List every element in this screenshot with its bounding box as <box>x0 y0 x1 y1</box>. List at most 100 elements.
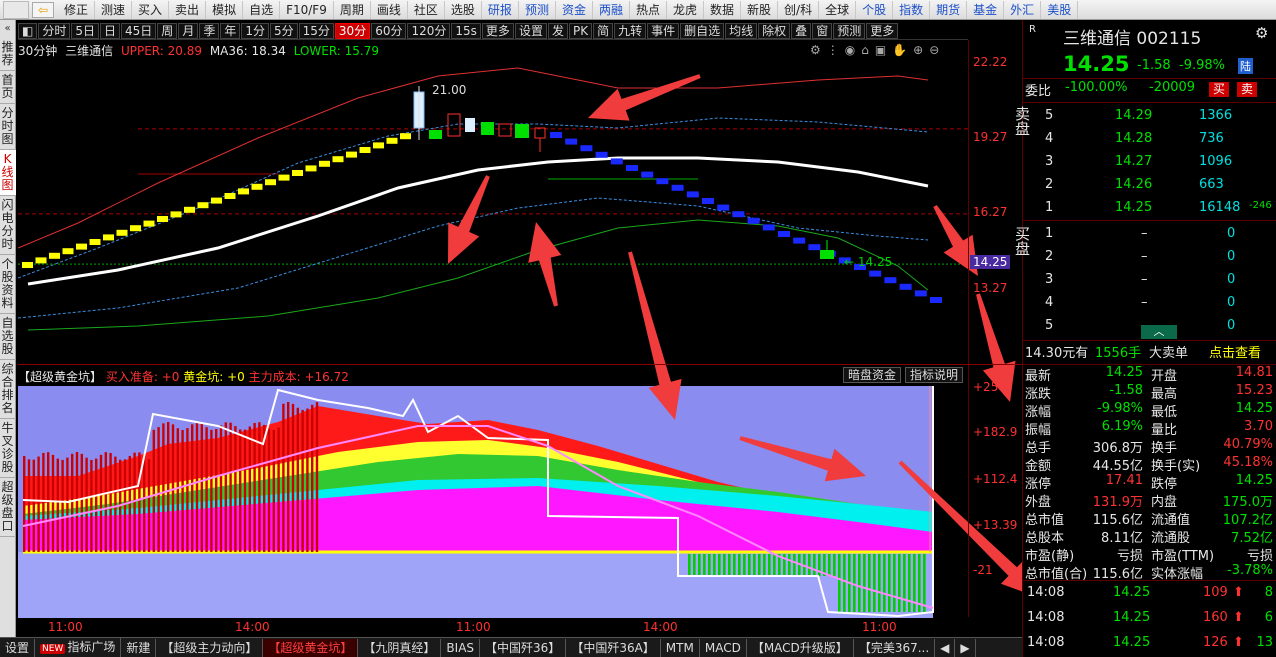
indicator-tab[interactable]: 设置 <box>0 638 36 657</box>
stat-label: 金额 <box>1025 459 1052 474</box>
indicator-title[interactable]: 【超级黄金坑】 <box>18 370 102 384</box>
indicator-tab[interactable]: MTM <box>661 638 700 657</box>
ask-row: 2 14.26 663 <box>1023 177 1276 199</box>
app-window: ⇦ 修正 测速 买入 卖出 模拟 自选 F10/F9 周期 画线 社区 选股 研报 预测 资金 两融 热点 龙虎… <box>0 0 1276 657</box>
stat-label: 总手 <box>1025 441 1052 456</box>
settings-gear-icon[interactable]: ⚙ <box>1255 24 1268 42</box>
indicator-tab[interactable]: 【中国歼36A】 <box>566 638 661 657</box>
dark-pool-button[interactable]: 暗盘资金 <box>843 367 902 383</box>
indicator-axis: +25 +182.9 +112.4 +13.39 -21 <box>970 380 1020 618</box>
bid-price: – <box>1141 249 1148 264</box>
price-tick: 16.27 <box>973 205 1008 219</box>
ask-price: 14.27 <box>1115 154 1153 169</box>
stat-value: 40.79% <box>1223 437 1273 452</box>
stat-value: 115.6亿 <box>1092 513 1143 528</box>
tick-time: 14:08 <box>1027 585 1065 600</box>
stat-label: 开盘 <box>1151 369 1178 384</box>
tab-scroll-icon[interactable]: ▶ <box>955 638 976 657</box>
red-arrow <box>739 436 866 482</box>
stat-value: 亏损 <box>1116 549 1143 564</box>
ask-volume: 663 <box>1199 177 1224 192</box>
tick-time: 14:08 <box>1027 610 1065 625</box>
stat-label: 最新 <box>1025 369 1052 384</box>
stat-row: 外盘 131.9万 内盘 175.0万 <box>1023 491 1276 510</box>
stat-row: 总手 306.8万 换手 40.79% <box>1023 437 1276 456</box>
ask-row: 4 14.28 736 <box>1023 131 1276 153</box>
stat-row: 金额 44.55亿 换手(实) 45.18% <box>1023 455 1276 474</box>
stat-value: 175.0万 <box>1222 495 1273 510</box>
time-tick: 11:00 <box>862 620 897 634</box>
bid-row: 1 – 0 <box>1023 226 1276 248</box>
stat-row: 总股本 8.11亿 流通股 7.52亿 <box>1023 527 1276 546</box>
indicator-tab[interactable]: 【超级黄金坑】 <box>263 638 359 657</box>
stat-row: 振幅 6.19% 量比 3.70 <box>1023 419 1276 438</box>
tick-time: 14:08 <box>1027 635 1065 650</box>
level-num: 4 <box>1045 295 1054 310</box>
indicator-tab[interactable]: NEW 指标广场 <box>35 638 122 657</box>
indicator-tab-label: 【完美367... <box>858 640 930 655</box>
indicator-help-button[interactable]: 指标说明 <box>905 367 964 383</box>
expand-up-icon[interactable]: ︿ <box>1141 325 1177 339</box>
new-badge: NEW <box>40 643 66 654</box>
last-price: 14.25 <box>1063 52 1130 76</box>
tick-price: 14.25 <box>1113 610 1151 625</box>
tick-row: 14:08 14.25 160 ⬆ 6 <box>1023 610 1276 632</box>
indicator-tab[interactable]: 【超级主力动向】 <box>156 638 264 657</box>
tab-scroll-icon[interactable]: ◀ <box>935 638 956 657</box>
stock-title: 三维通信 002115 <box>1063 29 1202 49</box>
wb-label: 委比 <box>1025 84 1052 99</box>
tick-count: 13 <box>1256 635 1273 650</box>
indicator-tab-label: BIAS <box>446 640 475 655</box>
level-num: 5 <box>1045 108 1054 123</box>
ask-price: 14.26 <box>1115 177 1153 192</box>
red-arrow <box>588 74 701 121</box>
stat-label: 涨跌 <box>1025 387 1052 402</box>
stat-value: 45.18% <box>1223 455 1273 470</box>
indicator-tab[interactable]: 【MACD升级版】 <box>747 638 854 657</box>
bid-price: – <box>1141 226 1148 241</box>
stat-value: -9.98% <box>1097 401 1143 416</box>
indicator-tab[interactable]: 新建 <box>121 638 157 657</box>
big-order-link[interactable]: 点击查看 <box>1209 342 1261 361</box>
stat-label: 量比 <box>1151 423 1178 438</box>
market-badge: 陆 <box>1238 58 1253 74</box>
indicator-tab-label: 【中国歼36】 <box>485 640 561 655</box>
stat-label: 内盘 <box>1151 495 1178 510</box>
sell-button[interactable]: 卖 <box>1237 82 1258 97</box>
stat-value: 3.70 <box>1244 419 1273 434</box>
bid-volume: 0 <box>1227 226 1236 241</box>
indicator-tab[interactable]: 【中国歼36】 <box>480 638 567 657</box>
price-tick: 13.27 <box>973 281 1008 295</box>
indicator-tab[interactable]: 【完美367... <box>854 638 936 657</box>
price-axis: 22.22 19.27 16.27 14.25 13.27 <box>970 55 1020 364</box>
indicator-header: 【超级黄金坑】 买入准备: +0 黄金坑: +0 主力成本: +16.72 <box>18 368 349 384</box>
stat-label: 市盈(静) <box>1025 549 1075 564</box>
buy-button[interactable]: 买 <box>1209 82 1230 97</box>
tick-volume: 126 <box>1203 635 1228 650</box>
ask-price: 14.29 <box>1115 108 1153 123</box>
ask-row: 5 14.29 1366 <box>1023 108 1276 130</box>
level-num: 2 <box>1045 177 1054 192</box>
quote-panel: R 三维通信 002115 ⚙ 14.25 -1.58 -9.98% 陆 委比 … <box>1013 20 1276 657</box>
indicator-tab-label: 新建 <box>126 640 151 655</box>
ask-price: 14.28 <box>1115 131 1153 146</box>
time-tick: 14:00 <box>643 620 678 634</box>
stat-row: 涨跌 -1.58 最高 15.23 <box>1023 383 1276 402</box>
level-num: 4 <box>1045 131 1054 146</box>
indicator-tick: -21 <box>973 563 993 577</box>
time-tick: 11:00 <box>48 620 83 634</box>
main-cost-value: 主力成本: +16.72 <box>248 370 349 384</box>
stat-value: 亏损 <box>1246 549 1273 564</box>
ask-row: 1 14.25 16148 -246 <box>1023 200 1276 222</box>
stat-label: 流通值 <box>1151 513 1191 528</box>
ask-volume: 1366 <box>1199 108 1233 123</box>
stat-label: 市盈(TTM) <box>1151 549 1215 564</box>
indicator-tab[interactable]: MACD <box>700 638 747 657</box>
bid-volume: 0 <box>1227 249 1236 264</box>
indicator-tab[interactable]: BIAS <box>441 638 481 657</box>
price-change: -1.58 <box>1137 58 1171 73</box>
red-arrow <box>448 175 490 264</box>
level-num: 3 <box>1045 154 1054 169</box>
indicator-tab[interactable]: 【九阴真经】 <box>358 638 442 657</box>
buy-ready-value: 买入准备: +0 <box>105 370 180 384</box>
